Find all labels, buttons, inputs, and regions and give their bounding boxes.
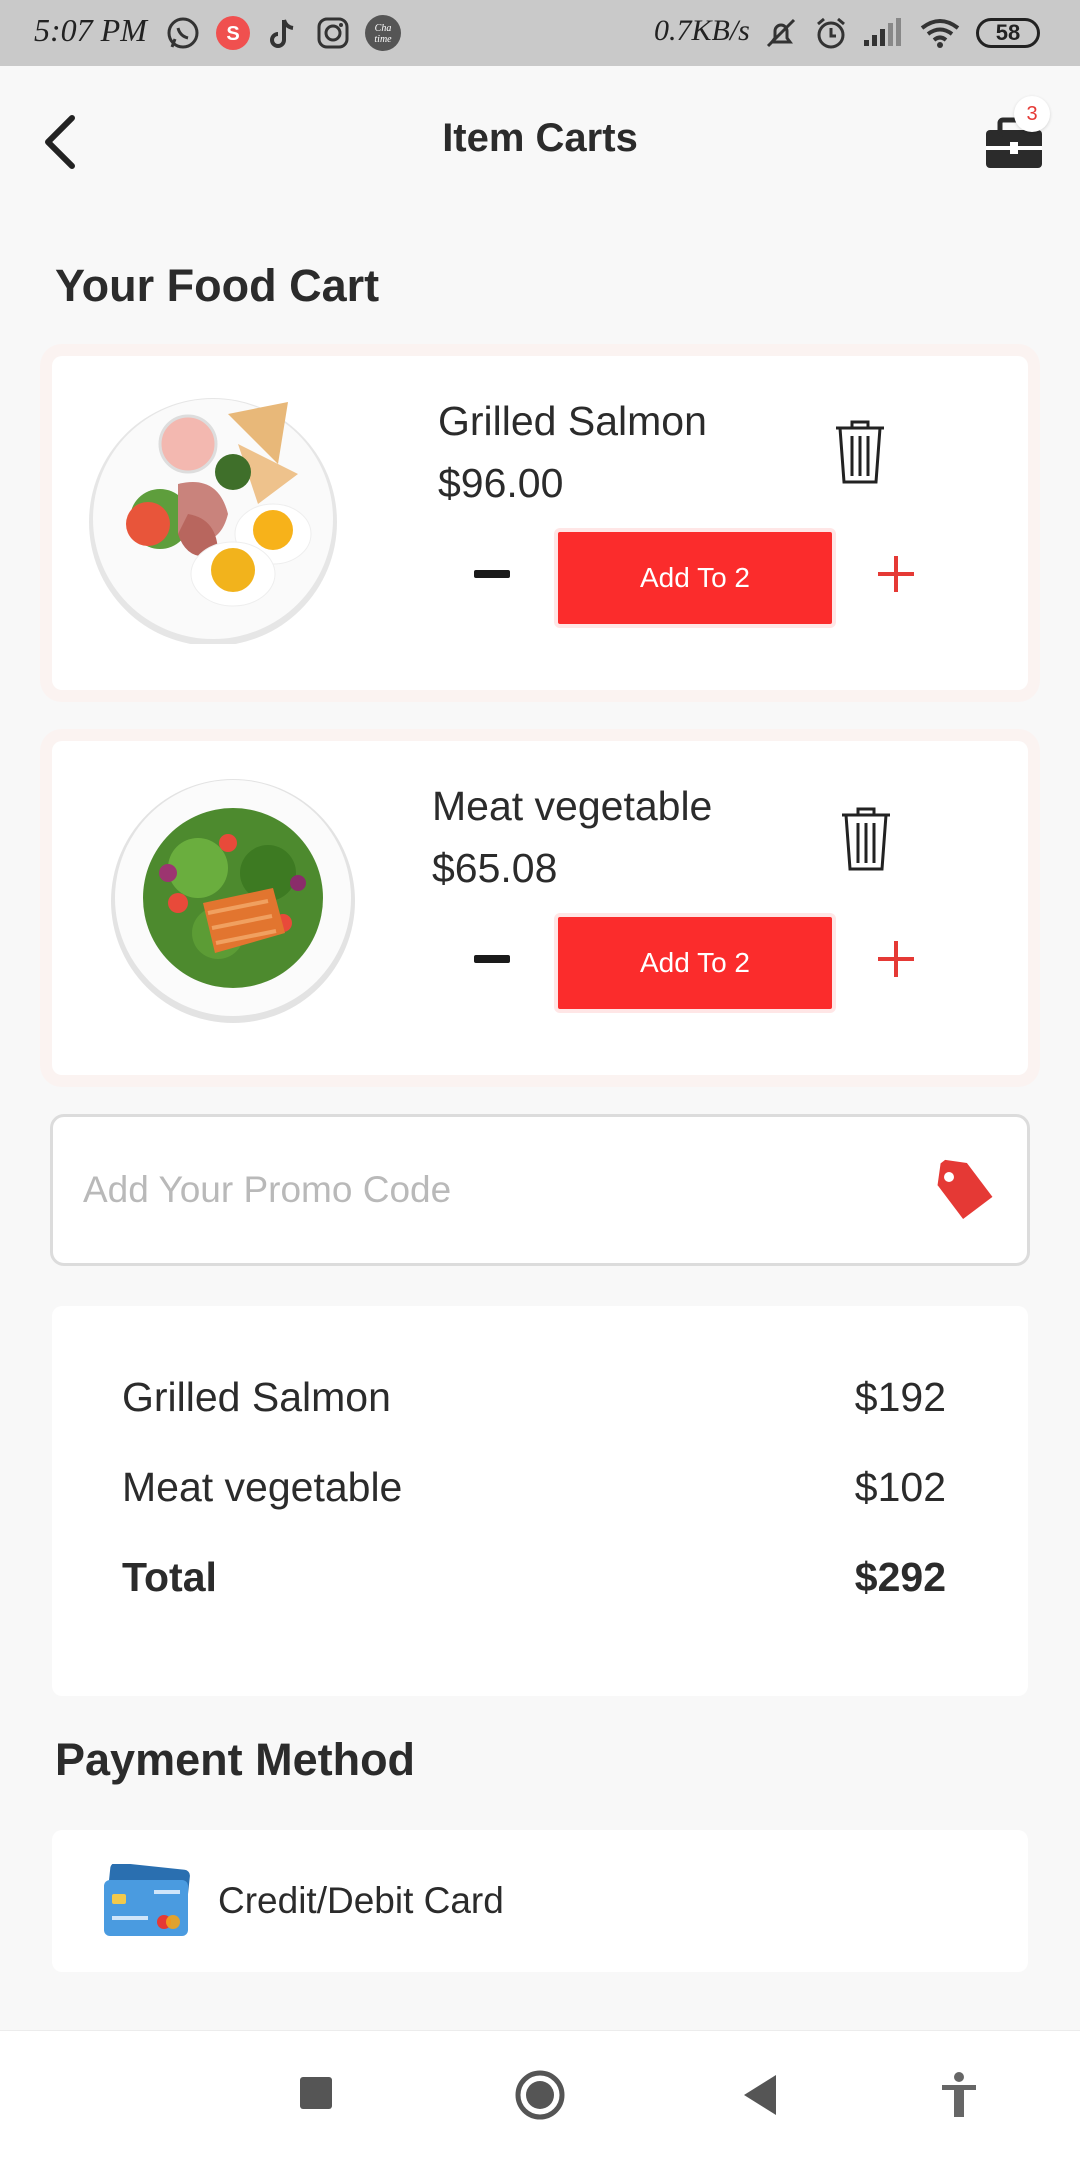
promo-code-field[interactable]: Add Your Promo Code [50, 1114, 1030, 1266]
wifi-icon [920, 19, 960, 48]
add-to-button[interactable]: Add To 2 [554, 528, 836, 628]
total-value: $292 [854, 1554, 946, 1600]
chatime-icon: Cha time [365, 15, 401, 51]
cart-count-badge: 3 [1014, 96, 1050, 132]
instagram-icon [317, 17, 349, 49]
increase-quantity-button[interactable] [878, 556, 914, 592]
add-to-button[interactable]: Add To 2 [554, 913, 836, 1013]
item-name: Meat vegetable [432, 783, 713, 829]
svg-text:S: S [226, 23, 239, 45]
summary-value: $102 [854, 1464, 946, 1510]
payment-method-label: Credit/Debit Card [218, 1880, 504, 1921]
svg-text:time: time [374, 34, 392, 45]
signal-icon [864, 18, 901, 46]
status-bar: 5:07 PM S Cha time 0.7KB/s 58 [0, 0, 1080, 66]
cart-section-title: Your Food Cart [55, 260, 380, 311]
home-button[interactable] [514, 2069, 566, 2121]
food-image [89, 398, 337, 644]
network-speed: 0.7KB/s [654, 14, 750, 47]
summary-row: Grilled Salmon $192 [122, 1374, 946, 1421]
summary-row: Meat vegetable $102 [122, 1464, 946, 1511]
item-name: Grilled Salmon [438, 398, 707, 444]
cart-item-card: Meat vegetable $65.08 Add To 2 [52, 741, 1028, 1075]
summary-label: Grilled Salmon [122, 1374, 391, 1420]
food-image [111, 779, 355, 1023]
recent-apps-button[interactable] [298, 2075, 334, 2111]
item-price: $96.00 [438, 460, 564, 506]
decrease-quantity-button[interactable] [474, 955, 510, 963]
total-label: Total [122, 1554, 217, 1600]
payment-section-title: Payment Method [55, 1734, 416, 1785]
status-time: 5:07 PM [34, 12, 147, 48]
system-nav-bar [0, 2030, 1080, 2161]
svg-text:Cha: Cha [375, 23, 392, 34]
decrease-quantity-button[interactable] [474, 570, 510, 578]
tag-icon[interactable] [933, 1159, 997, 1223]
mute-icon [766, 18, 796, 48]
trash-icon[interactable] [832, 416, 888, 486]
payment-method-option[interactable]: Credit/Debit Card [52, 1830, 1028, 1972]
trash-icon[interactable] [838, 803, 894, 873]
cart-item-card: Grilled Salmon $96.00 Add To 2 [52, 356, 1028, 690]
summary-value: $192 [854, 1374, 946, 1420]
credit-card-icon [104, 1864, 190, 1936]
summary-total-row: Total $292 [122, 1554, 946, 1601]
back-button[interactable] [740, 2073, 780, 2117]
order-summary: Grilled Salmon $192 Meat vegetable $102 … [52, 1306, 1028, 1696]
summary-label: Meat vegetable [122, 1464, 403, 1510]
promo-code-placeholder: Add Your Promo Code [83, 1169, 452, 1210]
accessibility-icon[interactable] [938, 2071, 980, 2119]
increase-quantity-button[interactable] [878, 941, 914, 977]
battery-indicator: 58 [976, 18, 1040, 48]
app-header: Item Carts 3 [0, 66, 1080, 216]
s-app-icon: S [216, 16, 250, 50]
item-price: $65.08 [432, 845, 558, 891]
alarm-icon [817, 17, 845, 49]
page-title: Item Carts [442, 116, 638, 160]
tiktok-icon [270, 19, 294, 48]
whatsapp-icon [167, 17, 199, 49]
